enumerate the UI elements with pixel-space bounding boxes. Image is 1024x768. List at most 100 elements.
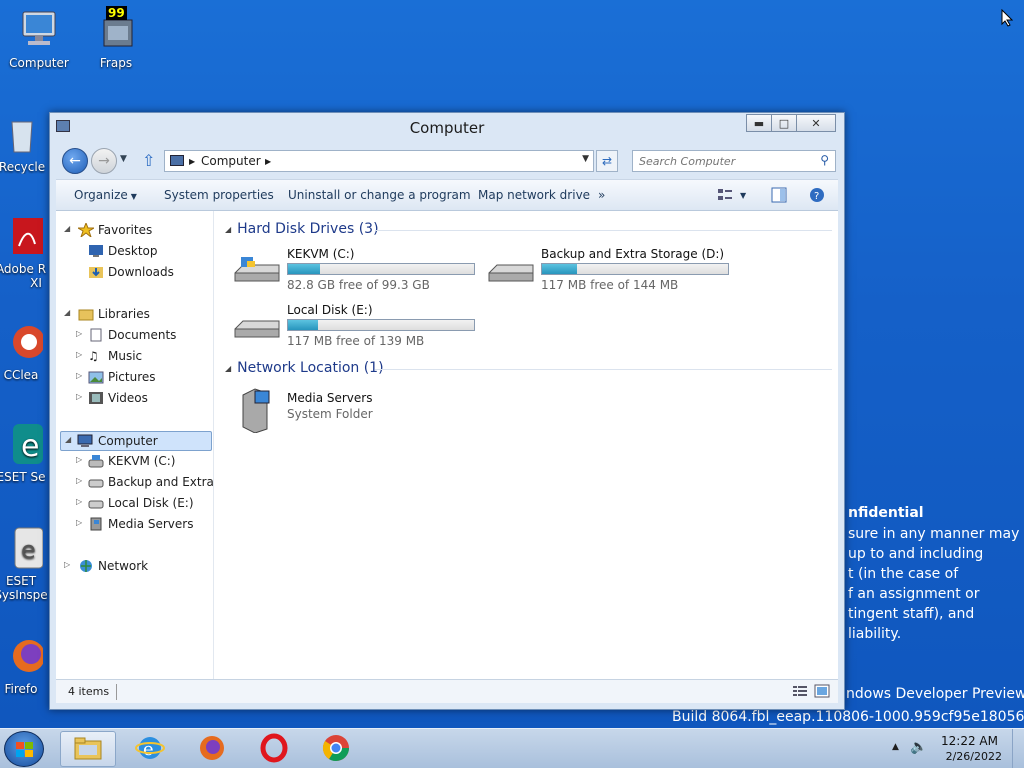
forward-button[interactable]: → bbox=[91, 148, 117, 174]
drive-usage-fill bbox=[542, 264, 578, 274]
taskbar-firefox-button[interactable] bbox=[184, 731, 240, 767]
drive-usage-fill bbox=[288, 264, 320, 274]
explorer-window[interactable]: Computer ▬ □ ✕ ← → ▼ ⇧ ▶ Computer ▶ ▼ ⇄ … bbox=[49, 112, 845, 710]
expand-icon[interactable]: ▷ bbox=[76, 392, 82, 401]
expand-icon[interactable]: ▷ bbox=[76, 497, 82, 506]
minimize-icon: ▬ bbox=[753, 116, 765, 130]
expand-icon[interactable]: ▷ bbox=[64, 560, 70, 569]
map-network-drive-button[interactable]: Map network drive bbox=[478, 188, 590, 202]
group-header-hard-disks[interactable]: ◢ Hard Disk Drives (3) bbox=[225, 221, 379, 237]
nav-network[interactable]: ▷ Network bbox=[64, 557, 212, 577]
breadcrumb-chevron-icon[interactable]: ▶ bbox=[189, 157, 195, 166]
system-properties-button[interactable]: System properties bbox=[164, 188, 274, 202]
organize-button[interactable]: Organize ▼ bbox=[74, 188, 137, 202]
desktop-icon-fraps[interactable]: 99 Fraps bbox=[80, 6, 152, 70]
more-commands-button[interactable]: » bbox=[598, 188, 605, 202]
refresh-button[interactable]: ⇄ bbox=[596, 150, 618, 172]
taskbar-ie-button[interactable]: e bbox=[122, 731, 178, 767]
nav-label: Documents bbox=[108, 328, 177, 342]
uninstall-program-button[interactable]: Uninstall or change a program bbox=[288, 188, 471, 202]
expand-icon[interactable]: ◢ bbox=[64, 308, 70, 317]
expand-icon[interactable]: ▷ bbox=[76, 371, 82, 380]
watermark-line-1: nfidential bbox=[848, 505, 924, 521]
volume-icon[interactable]: 🔈 bbox=[910, 739, 927, 755]
nav-downloads[interactable]: Downloads bbox=[64, 263, 212, 283]
desktop-icon bbox=[88, 244, 104, 258]
minimize-button[interactable]: ▬ bbox=[746, 114, 772, 132]
expand-icon[interactable]: ▷ bbox=[76, 350, 82, 359]
address-bar[interactable]: ▶ Computer ▶ ▼ bbox=[164, 150, 594, 172]
navigation-pane[interactable]: ◢ Favorites Desktop Downloads ◢ Librarie… bbox=[56, 211, 214, 679]
breadcrumb-computer[interactable]: Computer bbox=[201, 154, 261, 168]
taskbar-opera-button[interactable] bbox=[246, 731, 302, 767]
breadcrumb-chevron-icon[interactable]: ▶ bbox=[265, 157, 271, 166]
drive-d[interactable]: Backup and Extra Storage (D:) 117 MB fre… bbox=[487, 247, 737, 293]
nav-label: Libraries bbox=[98, 307, 150, 321]
organize-label: Organize bbox=[74, 188, 128, 202]
desktop-icon-computer[interactable]: Computer bbox=[3, 8, 75, 70]
drive-name: Backup and Extra Storage (D:) bbox=[541, 247, 725, 261]
start-button[interactable] bbox=[4, 731, 44, 767]
view-options-icon[interactable] bbox=[716, 186, 734, 204]
back-button[interactable]: ← bbox=[62, 148, 88, 174]
clock-date[interactable]: 2/26/2022 bbox=[946, 750, 1002, 763]
desktop-icon-sysinspector[interactable]: e ESET SysInspe bbox=[0, 526, 48, 602]
desktop-icon-adobe[interactable]: Adobe R XI bbox=[0, 214, 48, 290]
chevron-down-icon: ▼ bbox=[130, 192, 137, 201]
watermark-line-2: sure in any manner may bbox=[848, 526, 1020, 542]
search-box[interactable]: ⚲ bbox=[632, 150, 836, 172]
group-header-network-location[interactable]: ◢ Network Location (1) bbox=[225, 360, 384, 376]
address-dropdown-icon[interactable]: ▼ bbox=[582, 154, 589, 164]
maximize-button[interactable]: □ bbox=[771, 114, 797, 132]
close-button[interactable]: ✕ bbox=[796, 114, 836, 132]
nav-documents[interactable]: ▷ Documents bbox=[64, 326, 212, 346]
desktop-icon-eset[interactable]: e ESET Se bbox=[0, 422, 48, 484]
details-view-icon[interactable] bbox=[792, 684, 808, 701]
up-button[interactable]: ⇧ bbox=[142, 151, 155, 170]
taskbar-chrome-button[interactable] bbox=[308, 731, 364, 767]
svg-text:e: e bbox=[21, 429, 39, 464]
drive-free-space: 117 MB free of 144 MB bbox=[541, 278, 679, 292]
drive-c[interactable]: KEKVM (C:) 82.8 GB free of 99.3 GB bbox=[233, 247, 483, 293]
expand-icon[interactable]: ▷ bbox=[76, 329, 82, 338]
help-icon[interactable]: ? bbox=[808, 186, 826, 204]
nav-drive-c[interactable]: ▷ KEKVM (C:) bbox=[64, 452, 212, 472]
nav-desktop[interactable]: Desktop bbox=[64, 242, 212, 262]
nav-favorites[interactable]: ◢ Favorites bbox=[64, 221, 212, 241]
nav-drive-d[interactable]: ▷ Backup and Extra Storage (D:) bbox=[64, 473, 214, 493]
show-desktop-button[interactable] bbox=[1012, 729, 1024, 768]
title-bar[interactable]: Computer ▬ □ ✕ bbox=[50, 113, 844, 143]
desktop-icon-label-line2: XI bbox=[30, 276, 42, 290]
expand-icon[interactable]: ▷ bbox=[76, 455, 82, 464]
collapse-icon[interactable]: ◢ bbox=[225, 364, 231, 373]
desktop-icon-recycle[interactable]: Recycle bbox=[0, 112, 48, 174]
nav-media-servers[interactable]: ▷ Media Servers bbox=[64, 515, 212, 535]
taskbar-explorer-button[interactable] bbox=[60, 731, 116, 767]
desktop-icon-firefox[interactable]: Firefo bbox=[0, 634, 48, 696]
nav-computer[interactable]: ◢ Computer bbox=[60, 431, 212, 451]
clock-time[interactable]: 12:22 AM bbox=[941, 734, 998, 748]
file-list-pane[interactable]: ◢ Hard Disk Drives (3) KEKVM (C:) 82.8 G… bbox=[215, 211, 838, 679]
drive-usage-bar bbox=[287, 263, 475, 275]
address-row: ← → ▼ ⇧ ▶ Computer ▶ ▼ ⇄ ⚲ bbox=[60, 147, 838, 174]
recent-pages-dropdown[interactable]: ▼ bbox=[120, 154, 127, 164]
drive-e[interactable]: Local Disk (E:) 117 MB free of 139 MB bbox=[233, 303, 483, 349]
view-dropdown-icon[interactable]: ▼ bbox=[740, 191, 746, 200]
search-input[interactable] bbox=[639, 153, 809, 169]
large-icons-view-icon[interactable] bbox=[814, 684, 830, 701]
desktop-icon-ccleaner[interactable]: CClea bbox=[0, 320, 48, 382]
nav-videos[interactable]: ▷ Videos bbox=[64, 389, 212, 409]
collapse-icon[interactable]: ◢ bbox=[225, 225, 231, 234]
nav-pictures[interactable]: ▷ Pictures bbox=[64, 368, 212, 388]
nav-drive-e[interactable]: ▷ Local Disk (E:) bbox=[64, 494, 212, 514]
show-hidden-icons-button[interactable]: ▲ bbox=[892, 742, 899, 752]
network-item-media-servers[interactable]: Media Servers System Folder bbox=[237, 387, 487, 434]
nav-libraries[interactable]: ◢ Libraries bbox=[64, 305, 212, 325]
preview-pane-icon[interactable] bbox=[770, 186, 788, 204]
nav-music[interactable]: ▷ ♫ Music bbox=[64, 347, 212, 367]
expand-icon[interactable]: ▷ bbox=[76, 476, 82, 485]
expand-icon[interactable]: ◢ bbox=[64, 224, 70, 233]
expand-icon[interactable]: ◢ bbox=[65, 435, 71, 444]
expand-icon[interactable]: ▷ bbox=[76, 518, 82, 527]
search-icon[interactable]: ⚲ bbox=[820, 153, 829, 167]
